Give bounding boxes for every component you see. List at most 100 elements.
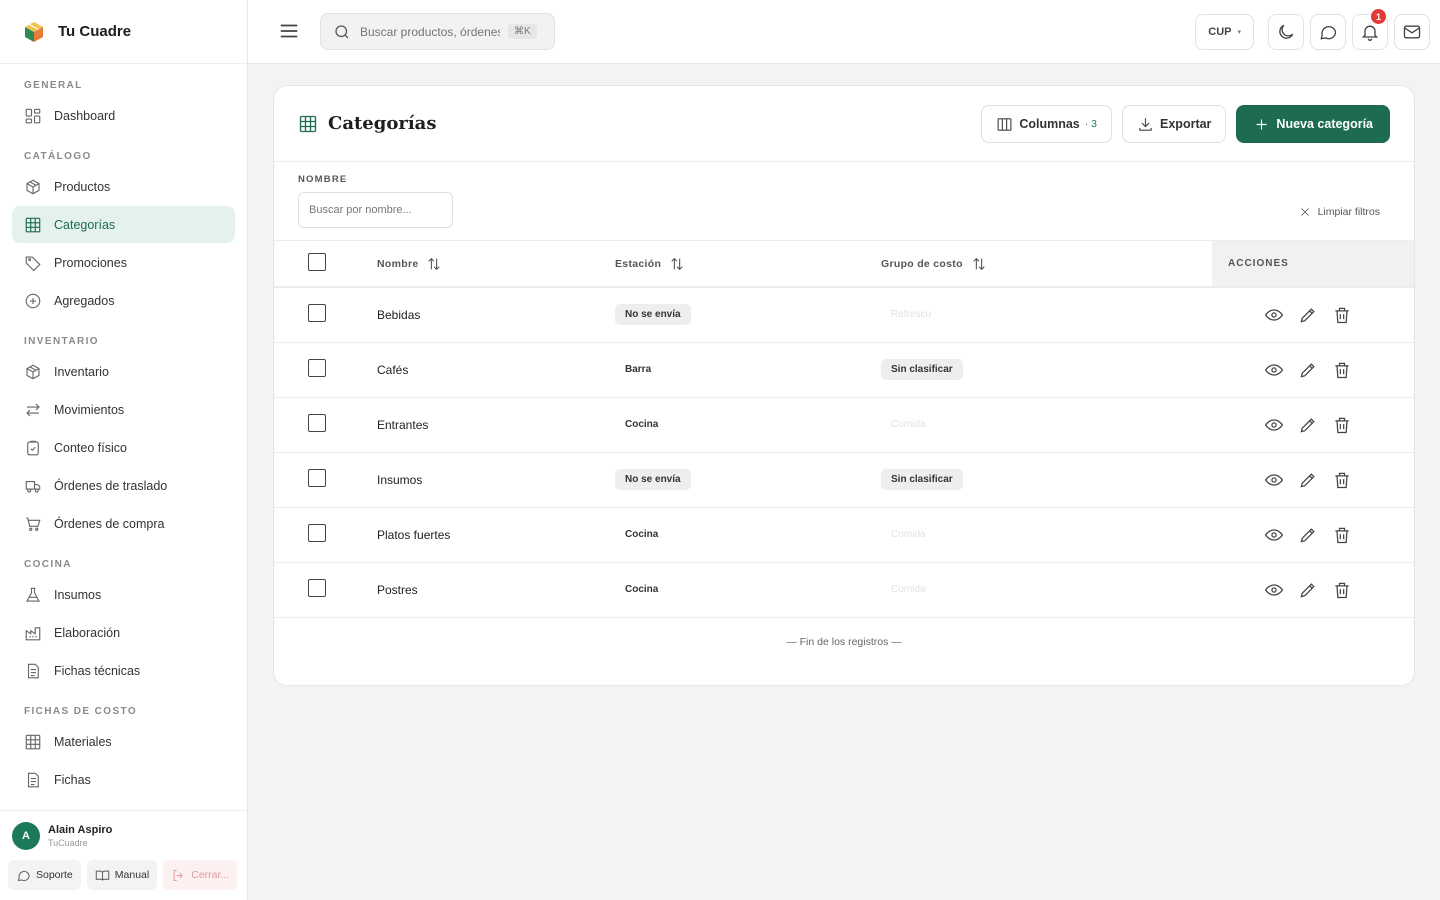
sidebar-item-dashboard[interactable]: Dashboard (12, 97, 235, 134)
sidebar-item-label: Órdenes de traslado (54, 478, 168, 493)
table-row[interactable]: Insumos No se envía Sin clasificar (274, 452, 1414, 508)
grid-icon (24, 216, 42, 234)
sidebar-item-ordenes-de-compra[interactable]: Órdenes de compra (12, 505, 235, 542)
chat-button[interactable] (1310, 14, 1346, 50)
categories-card: Categorías Columnas · 3 Exportar Nueva c… (273, 85, 1415, 686)
trash-icon[interactable] (1332, 470, 1352, 490)
sidebar-item-materiales[interactable]: Materiales (12, 723, 235, 760)
station-pill: No se envía (615, 304, 691, 326)
sidebar-item-elaboracion[interactable]: Elaboración (12, 614, 235, 651)
columns-label: Columnas (1019, 117, 1080, 131)
close-icon (1300, 208, 1309, 216)
trash-icon[interactable] (1332, 415, 1352, 435)
row-checkbox[interactable] (308, 414, 326, 432)
category-name: Bebidas (377, 307, 421, 322)
nav-section-title: COCINA (24, 559, 72, 570)
trash-icon[interactable] (1332, 580, 1352, 600)
sidebar-item-label: Insumos (54, 587, 102, 602)
eye-icon[interactable] (1264, 360, 1284, 380)
eye-icon[interactable] (1264, 525, 1284, 545)
mail-button[interactable] (1394, 14, 1430, 50)
sidebar-item-inventario[interactable]: Inventario (12, 353, 235, 390)
logout-icon (173, 869, 184, 881)
eye-icon[interactable] (1264, 305, 1284, 325)
station-pill: No se envía (615, 469, 691, 490)
support-label: Soporte (36, 869, 73, 881)
menu-toggle-button[interactable] (278, 20, 302, 44)
row-checkbox[interactable] (308, 469, 326, 487)
trash-icon[interactable] (1332, 360, 1352, 380)
row-checkbox[interactable] (308, 304, 326, 323)
support-button[interactable]: Soporte (8, 860, 81, 890)
eye-icon[interactable] (1264, 415, 1284, 435)
sidebar-item-movimientos[interactable]: Movimientos (12, 391, 235, 428)
notifications-button[interactable]: 1 (1352, 9, 1388, 50)
user-profile[interactable]: A Alain Aspiro TuCuadre (8, 821, 239, 851)
brand-name: Tu Cuadre (58, 23, 132, 40)
sidebar-item-agregados[interactable]: Agregados (12, 282, 235, 319)
table-row[interactable]: Cafés Barra Sin clasificar (274, 342, 1414, 398)
sidebar-footer: A Alain Aspiro TuCuadre Soporte Manual C… (0, 810, 247, 900)
pencil-icon[interactable] (1298, 525, 1318, 545)
table-row[interactable]: Bebidas No se envía Refresco (274, 287, 1414, 343)
plus-circle-icon (24, 292, 42, 310)
row-checkbox[interactable] (308, 524, 326, 542)
name-filter-input[interactable] (298, 192, 453, 228)
sort-cost-group-header[interactable]: Grupo de costo (881, 256, 987, 272)
brand[interactable]: Tu Cuadre (0, 0, 247, 64)
trash-icon[interactable] (1332, 305, 1352, 325)
sidebar-item-conteo-fisico[interactable]: Conteo físico (12, 429, 235, 466)
sidebar-item-insumos[interactable]: Insumos (12, 576, 235, 613)
sidebar-item-categorias[interactable]: Categorías (12, 206, 235, 243)
table-row[interactable]: Postres Cocina Comida (274, 562, 1414, 618)
pencil-icon[interactable] (1298, 580, 1318, 600)
document-icon (24, 771, 42, 789)
cost-group-pill: Sin clasificar (881, 359, 963, 380)
cost-group-pill: Sin clasificar (881, 469, 963, 490)
clear-filters-label: Limpiar filtros (1317, 206, 1380, 218)
new-category-button[interactable]: Nueva categoría (1236, 105, 1390, 143)
sidebar-item-fichas-tecnicas[interactable]: Fichas técnicas (12, 652, 235, 689)
select-all-checkbox[interactable] (308, 253, 326, 271)
sort-station-header[interactable]: Estación (615, 256, 685, 272)
chat-icon (1320, 26, 1337, 40)
cost-group-pill: Refresco (891, 309, 932, 321)
global-search-input[interactable] (360, 24, 500, 39)
pencil-icon[interactable] (1298, 415, 1318, 435)
row-checkbox[interactable] (308, 579, 326, 597)
notification-badge: 1 (1371, 9, 1386, 24)
pencil-icon[interactable] (1298, 305, 1318, 325)
brand-logo-icon (25, 21, 43, 42)
sidebar-item-productos[interactable]: Productos (12, 168, 235, 205)
trash-icon[interactable] (1332, 525, 1352, 545)
eye-icon[interactable] (1264, 470, 1284, 490)
table-row[interactable]: Platos fuertes Cocina Comida (274, 507, 1414, 563)
currency-value: CUP (1208, 26, 1232, 38)
table-row[interactable]: Entrantes Cocina Comida (274, 397, 1414, 453)
sidebar-item-label: Categorías (54, 217, 116, 232)
columns-button[interactable]: Columnas · 3 (981, 105, 1113, 143)
theme-toggle-button[interactable] (1268, 14, 1304, 50)
logout-button[interactable]: Cerrar... (163, 860, 238, 890)
clear-filters-button[interactable]: Limpiar filtros (1299, 206, 1380, 218)
eye-icon[interactable] (1264, 580, 1284, 600)
currency-select[interactable]: CUP ▾ (1195, 14, 1254, 50)
sort-name-header[interactable]: Nombre (377, 256, 442, 272)
sidebar-item-label: Conteo físico (54, 440, 127, 455)
pencil-icon[interactable] (1298, 360, 1318, 380)
export-button[interactable]: Exportar (1122, 105, 1227, 143)
pencil-icon[interactable] (1298, 470, 1318, 490)
name-header-label: Nombre (377, 257, 419, 270)
sidebar-item-promociones[interactable]: Promociones (12, 244, 235, 281)
sidebar-item-ordenes-de-traslado[interactable]: Órdenes de traslado (12, 467, 235, 504)
sidebar-item-fichas[interactable]: Fichas (12, 761, 235, 798)
manual-button[interactable]: Manual (86, 860, 158, 890)
new-category-label: Nueva categoría (1276, 117, 1373, 131)
moon-icon (1279, 24, 1294, 39)
hamburger-icon (280, 24, 298, 38)
global-search[interactable]: ⌘K (320, 13, 555, 50)
actions-header: ACCIONES (1212, 241, 1414, 288)
row-checkbox[interactable] (308, 359, 326, 377)
dashboard-icon (24, 107, 42, 125)
sidebar-item-label: Agregados (54, 293, 115, 308)
